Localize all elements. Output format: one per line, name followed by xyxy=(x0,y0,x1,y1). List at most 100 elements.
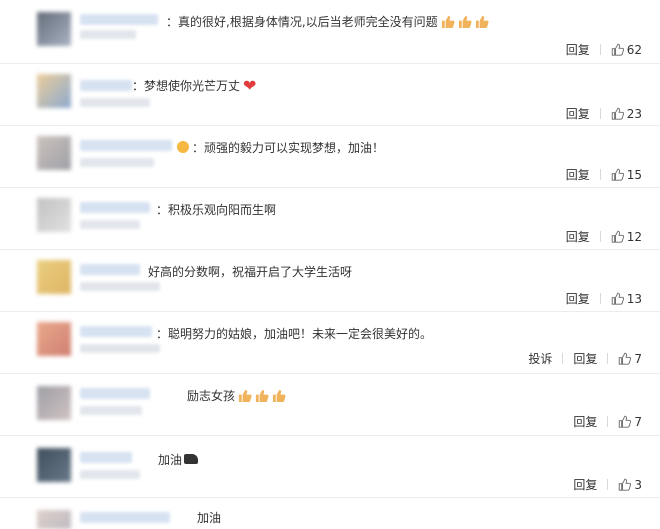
comment-text: 加油 xyxy=(158,452,199,468)
divider xyxy=(599,169,601,180)
like-icon xyxy=(619,352,632,365)
username[interactable] xyxy=(80,512,170,523)
like-icon xyxy=(611,292,624,305)
smile-emoji-icon xyxy=(177,141,189,153)
comment-item: 励志女孩 回复 7 xyxy=(0,374,660,436)
divider xyxy=(599,231,601,242)
username[interactable] xyxy=(80,14,158,25)
like-count: 12 xyxy=(626,229,642,244)
username[interactable] xyxy=(80,452,132,463)
avatar[interactable] xyxy=(37,260,71,294)
comment-body: ：真的很好,根据身体情况,以后当老师完全没有问题 xyxy=(166,15,438,29)
username[interactable] xyxy=(80,80,132,91)
comment-body: ：聪明努力的姑娘，加油吧！未来一定会很美好的。 xyxy=(156,327,433,341)
comment-body: 加油 xyxy=(197,511,222,525)
user-badge xyxy=(80,98,150,107)
like-button[interactable]: 3 xyxy=(618,478,642,492)
thumbs-up-icon xyxy=(458,15,472,28)
comment-item: 加油 回复 3 xyxy=(0,436,660,498)
user-badge xyxy=(80,30,136,39)
like-button[interactable]: 7 xyxy=(618,415,642,429)
user-badge xyxy=(80,282,160,291)
comment-item: 好高的分数啊，祝福开启了大学生活呀 回复 13 xyxy=(0,250,660,312)
thumbs-up-icon xyxy=(441,15,455,28)
comment-item: 加油 xyxy=(0,498,660,529)
like-count: 13 xyxy=(626,291,642,306)
like-button[interactable]: 7 xyxy=(618,352,642,366)
like-icon xyxy=(611,43,624,56)
comment-actions: 回复 7 xyxy=(573,413,642,430)
comment-actions: 回复 12 xyxy=(566,228,642,245)
like-button[interactable]: 12 xyxy=(611,230,642,244)
report-button[interactable]: 投诉 xyxy=(528,350,552,367)
reply-button[interactable]: 回复 xyxy=(573,413,597,430)
user-badge xyxy=(80,344,160,353)
comment-item: ：聪明努力的姑娘，加油吧！未来一定会很美好的。 投诉 回复 7 xyxy=(0,312,660,374)
username[interactable] xyxy=(80,388,150,399)
comment-body: 励志女孩 xyxy=(187,389,236,403)
comment-text: ：积极乐观向阳而生啊 xyxy=(156,202,276,218)
avatar[interactable] xyxy=(37,322,71,356)
like-button[interactable]: 62 xyxy=(611,43,642,57)
username[interactable] xyxy=(80,326,152,337)
comment-item: ：梦想使你光芒万丈 ❤ 回复 23 xyxy=(0,64,660,126)
reply-button[interactable]: 回复 xyxy=(566,166,590,183)
like-button[interactable]: 23 xyxy=(611,107,642,121)
comment-body: ：积极乐观向阳而生啊 xyxy=(156,203,277,217)
avatar[interactable] xyxy=(37,74,71,108)
avatar[interactable] xyxy=(37,12,71,46)
comment-text: ：顽强的毅力可以实现梦想，加油！ xyxy=(177,140,384,156)
reply-button[interactable]: 回复 xyxy=(566,41,590,58)
comment-body: 好高的分数啊，祝福开启了大学生活呀 xyxy=(148,265,353,279)
avatar[interactable] xyxy=(37,510,71,529)
comment-text: 好高的分数啊，祝福开启了大学生活呀 xyxy=(148,264,352,280)
avatar[interactable] xyxy=(37,136,71,170)
reply-button[interactable]: 回复 xyxy=(566,290,590,307)
like-button[interactable]: 13 xyxy=(611,292,642,306)
divider xyxy=(562,353,564,364)
like-count: 7 xyxy=(634,414,642,429)
like-icon xyxy=(619,478,632,491)
user-badge xyxy=(80,220,140,229)
comment-actions: 回复 13 xyxy=(566,290,642,307)
reply-button[interactable]: 回复 xyxy=(573,476,597,493)
divider xyxy=(599,108,601,119)
thumbs-up-icon xyxy=(475,15,489,28)
reply-button[interactable]: 回复 xyxy=(566,105,590,122)
comment-actions: 回复 15 xyxy=(566,166,642,183)
comment-actions: 回复 3 xyxy=(573,476,642,493)
comment-body: ：梦想使你光芒万丈 xyxy=(132,79,241,93)
like-icon xyxy=(619,415,632,428)
comment-actions: 回复 23 xyxy=(566,105,642,122)
like-count: 7 xyxy=(634,351,642,366)
avatar[interactable] xyxy=(37,198,71,232)
comment-text: ：真的很好,根据身体情况,以后当老师完全没有问题 xyxy=(166,14,489,30)
comment-text: ：聪明努力的姑娘，加油吧！未来一定会很美好的。 xyxy=(156,326,432,342)
comment-text: 加油 xyxy=(197,510,221,526)
username[interactable] xyxy=(80,202,150,213)
comment-body: ：顽强的毅力可以实现梦想，加油！ xyxy=(192,141,385,155)
like-icon xyxy=(611,230,624,243)
comment-list: ：真的很好,根据身体情况,以后当老师完全没有问题 回复 62 ：梦想使你光芒万丈… xyxy=(0,0,660,529)
avatar[interactable] xyxy=(37,386,71,420)
reply-button[interactable]: 回复 xyxy=(573,350,597,367)
reply-button[interactable]: 回复 xyxy=(566,228,590,245)
like-button[interactable]: 15 xyxy=(611,168,642,182)
like-count: 15 xyxy=(626,167,642,182)
divider xyxy=(599,44,601,55)
username[interactable] xyxy=(80,140,172,151)
user-badge xyxy=(80,406,142,415)
like-icon xyxy=(611,168,624,181)
like-icon xyxy=(611,107,624,120)
comment-text: ：梦想使你光芒万丈 ❤ xyxy=(132,78,256,94)
avatar[interactable] xyxy=(37,448,71,482)
divider xyxy=(607,416,609,427)
divider xyxy=(607,479,609,490)
username[interactable] xyxy=(80,264,140,275)
comment-actions: 投诉 回复 7 xyxy=(528,350,642,367)
like-count: 62 xyxy=(626,42,642,57)
comment-item: ：顽强的毅力可以实现梦想，加油！ 回复 15 xyxy=(0,126,660,188)
like-count: 3 xyxy=(634,477,642,492)
user-badge xyxy=(80,470,140,479)
flex-arm-icon xyxy=(184,454,199,464)
